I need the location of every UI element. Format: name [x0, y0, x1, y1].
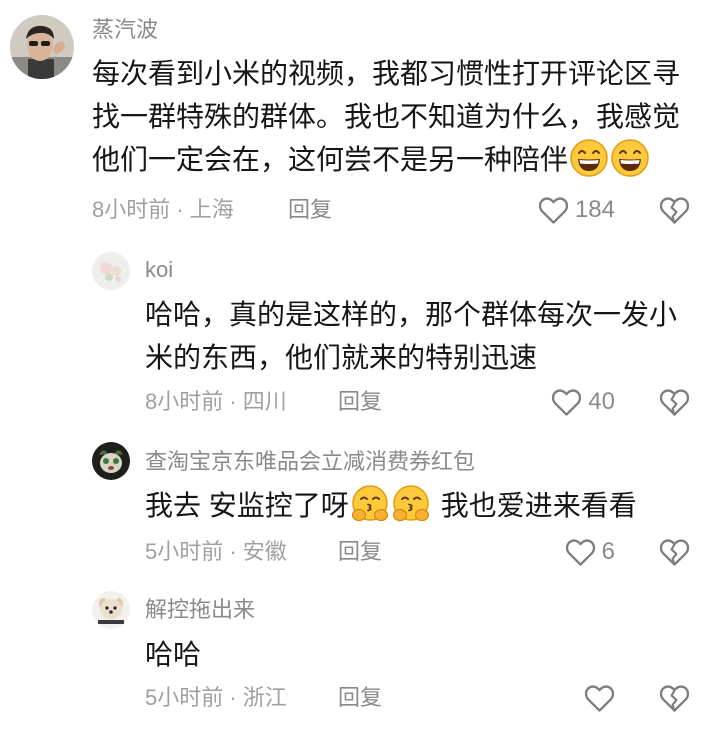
reply-button[interactable]: 回复: [338, 387, 382, 417]
comment-text: 哈哈，真的是这样的，那个群体每次一发小米的东西，他们就来的特别迅速: [145, 299, 678, 373]
user-avatar-image: [92, 591, 130, 629]
heart-outline-icon: [584, 684, 615, 712]
reply-button[interactable]: 回复: [338, 537, 382, 567]
hugging-face-emoji-icon: [391, 484, 431, 524]
reply-button[interactable]: 回复: [338, 683, 382, 713]
like-count: 6: [601, 538, 615, 565]
dislike-button[interactable]: [659, 538, 690, 567]
user-avatar-image: [92, 442, 130, 480]
comment-text: 每次看到小米的视频，我都习惯性打开评论区寻找一群特殊的群体。我也不知道为什么，我…: [92, 53, 692, 182]
broken-heart-icon: [659, 685, 690, 712]
comment-list: 蒸汽波 每次看到小米的视频，我都习惯性打开评论区寻找一群特殊的群体。我也不知道为…: [0, 0, 715, 734]
comment-text: 我去 安监控了呀 我也爱进来看看: [145, 484, 690, 528]
comment-time-location: 5小时前 · 浙江: [145, 685, 287, 710]
like-button[interactable]: [584, 683, 615, 713]
dislike-button[interactable]: [659, 196, 690, 225]
comment-text: 哈哈: [145, 639, 202, 670]
heart-outline-icon: [565, 538, 595, 566]
like-count: 40: [588, 388, 615, 415]
comment-time-location: 5小时前 · 安徽: [145, 539, 287, 564]
heart-outline-icon: [538, 196, 569, 224]
dislike-button[interactable]: [659, 684, 690, 713]
avatar[interactable]: [10, 15, 74, 79]
username[interactable]: 蒸汽波: [92, 15, 158, 45]
like-button[interactable]: 6: [565, 537, 615, 567]
broken-heart-icon: [659, 389, 690, 416]
grinning-face-emoji-icon: [569, 138, 609, 178]
username[interactable]: 解控拖出来: [145, 595, 255, 625]
user-avatar-image: [10, 15, 74, 79]
hugging-face-emoji-icon: [350, 484, 390, 524]
avatar[interactable]: [92, 252, 130, 290]
username[interactable]: 查淘宝京东唯品会立减消费券红包: [145, 447, 475, 477]
comment-text-content: 我也爱进来看看: [440, 490, 637, 521]
heart-outline-icon: [552, 388, 582, 416]
comment-text-content: 我去 安监控了呀: [145, 490, 349, 521]
username[interactable]: koi: [145, 255, 173, 285]
dislike-button[interactable]: [659, 388, 690, 417]
grinning-face-emoji-icon: [610, 138, 650, 178]
avatar[interactable]: [92, 442, 130, 480]
reply-button[interactable]: 回复: [288, 195, 332, 225]
like-button[interactable]: 40: [551, 387, 615, 417]
comment-time-location: 8小时前 · 四川: [145, 389, 287, 414]
like-count: 184: [574, 196, 615, 223]
comment-time-location: 8小时前 · 上海: [92, 197, 234, 222]
broken-heart-icon: [659, 539, 690, 566]
avatar[interactable]: [92, 591, 130, 629]
broken-heart-icon: [659, 197, 690, 224]
user-avatar-image: [92, 252, 130, 290]
like-button[interactable]: 184: [538, 195, 615, 225]
